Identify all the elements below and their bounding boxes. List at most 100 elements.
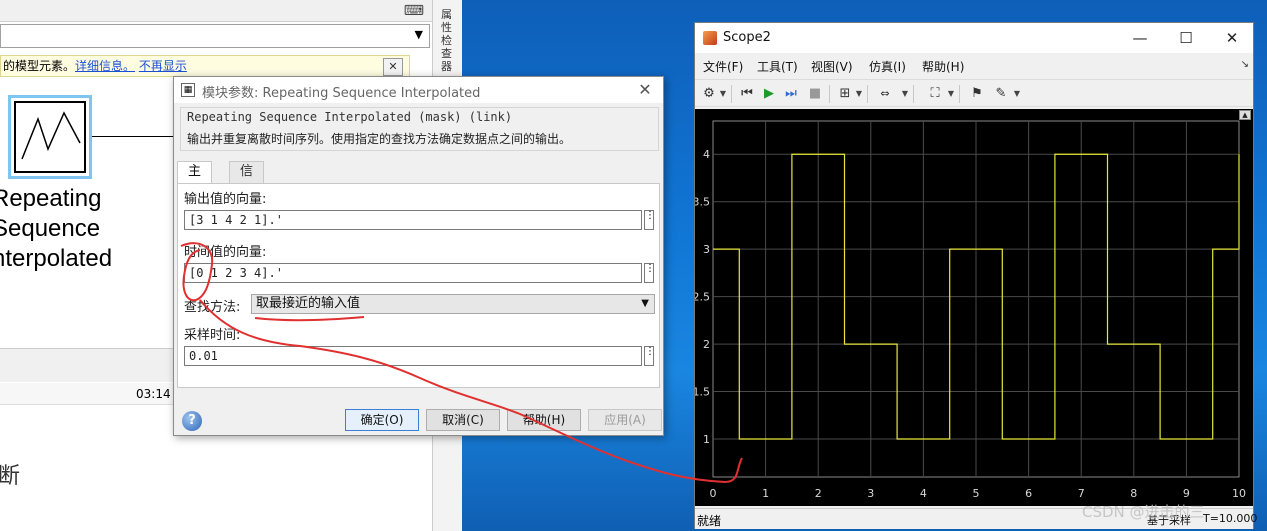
stop-icon[interactable]: ■ xyxy=(805,84,825,104)
zoom-icon[interactable]: ⇔ xyxy=(875,84,895,104)
block-parameters-dialog: ▦ 模块参数: Repeating Sequence Interpolated … xyxy=(173,76,664,436)
menu-file[interactable]: 文件(F) xyxy=(703,58,743,75)
scope-window: Scope2 — ☐ ✕ 文件(F) 工具(T) 视图(V) 仿真(I) 帮助(… xyxy=(693,22,1258,529)
scope-toolbar: ⚙ ▼ ⏮ ▶ ⏭ ■ ⊞ ▼ ⇔ ▼ ⛶ ▼ ⚑ ✎ ▼ xyxy=(695,79,1253,107)
chevron-down-icon[interactable]: ▼ xyxy=(719,84,727,104)
close-icon[interactable]: ✕ xyxy=(383,58,403,76)
y-tick-label: 3 xyxy=(703,243,710,256)
menu-tools[interactable]: 工具(T) xyxy=(757,58,798,75)
chevron-down-icon[interactable]: ▼ xyxy=(947,84,955,104)
info-banner-text: 的模型元素。 xyxy=(3,59,76,73)
status-time: 03:14 xyxy=(136,387,171,401)
close-icon[interactable]: ✕ xyxy=(633,79,657,101)
ok-button[interactable]: 确定(O) xyxy=(345,409,419,431)
measurements-icon[interactable]: ✎ xyxy=(991,84,1011,104)
toolbar-separator xyxy=(731,85,732,103)
more-options-icon[interactable]: ⋮ xyxy=(644,346,655,366)
x-tick-label: 9 xyxy=(1183,487,1190,500)
tab-main[interactable]: 主要 xyxy=(177,161,213,199)
y-tick-label: 2.5 xyxy=(695,291,710,304)
x-tick-label: 7 xyxy=(1078,487,1085,500)
tab-signal-attributes[interactable]: 信号属性 xyxy=(229,161,265,239)
block-icon xyxy=(14,101,86,173)
chevron-down-icon[interactable]: ▼ xyxy=(415,28,423,41)
chevron-down-icon[interactable]: ▼ xyxy=(901,84,909,104)
gear-icon[interactable]: ⚙ xyxy=(699,84,719,104)
help-icon[interactable]: ? xyxy=(182,411,202,431)
x-tick-label: 2 xyxy=(815,487,822,500)
time-values-label: 时间值的向量: xyxy=(184,245,267,260)
more-options-icon[interactable]: ⋮ xyxy=(644,210,655,230)
y-tick-label: 1 xyxy=(703,433,710,446)
status-sim-time: T=10.000 xyxy=(1203,512,1258,525)
autoscale-icon[interactable]: ⛶ xyxy=(925,84,945,104)
minimize-icon[interactable]: — xyxy=(1125,27,1155,49)
x-tick-label: 6 xyxy=(1025,487,1032,500)
lookup-method-label: 查找方法: xyxy=(184,300,241,315)
y-tick-label: 4 xyxy=(703,148,710,161)
output-values-field[interactable]: [3 1 4 2 1].' xyxy=(184,210,642,230)
more-options-icon[interactable]: ⋮ xyxy=(644,263,655,283)
output-values-label: 输出值的向量: xyxy=(184,192,267,207)
menu-view[interactable]: 视图(V) xyxy=(811,58,853,75)
block-label-line: Sequence xyxy=(0,215,101,242)
simulink-block-icon: ▦ xyxy=(181,83,195,97)
details-link[interactable]: 详细信息。 xyxy=(75,59,135,73)
step-forward-icon[interactable]: ⏭ xyxy=(781,84,801,104)
editor-toolbar: ⌨ xyxy=(0,0,432,22)
scope-title: Scope2 xyxy=(723,30,771,45)
toolbar-separator xyxy=(867,85,868,103)
cancel-button[interactable]: 取消(C) xyxy=(426,409,500,431)
scope-menu-bar: 文件(F) 工具(T) 视图(V) 仿真(I) 帮助(H) ↘ xyxy=(695,55,1253,77)
status-ready: 就绪 xyxy=(697,514,722,528)
sample-time-field[interactable]: 0.01 xyxy=(184,346,642,366)
parameters-panel: 输出值的向量: [3 1 4 2 1].' ⋮ 时间值的向量: [0 1 2 3… xyxy=(177,183,660,388)
dont-show-again-link[interactable]: 不再显示 xyxy=(139,59,187,73)
pin-icon[interactable]: ↘ xyxy=(1241,59,1249,70)
matlab-icon xyxy=(703,31,717,45)
block-label-line: nterpolated xyxy=(0,245,113,272)
dialog-title: 模块参数: Repeating Sequence Interpolated xyxy=(202,86,481,101)
keyboard-icon[interactable]: ⌨ xyxy=(404,3,424,19)
expand-icon[interactable]: ▲ xyxy=(1239,110,1251,120)
x-tick-label: 3 xyxy=(867,487,874,500)
mask-description: 输出并重复离散时间序列。使用指定的查找方法确定数据点之间的输出。 xyxy=(187,132,572,146)
scope-title-bar[interactable]: Scope2 — ☐ ✕ xyxy=(695,23,1253,53)
partial-text: 断 xyxy=(0,464,21,489)
watermark-text: CSDN @进击的三 xyxy=(1082,503,1205,521)
toolbar-separator xyxy=(913,85,914,103)
block-label: Repeating Sequence nterpolated xyxy=(0,184,122,274)
repeating-sequence-block[interactable] xyxy=(8,95,92,179)
scope-plot: 0 1 2 3 4 5 6 7 8 9 10 1 1.5 2 2.5 3 3.5 4 xyxy=(693,120,1246,500)
x-tick-label: 4 xyxy=(920,487,927,500)
maximize-icon[interactable]: ☐ xyxy=(1171,27,1201,49)
waveform-icon xyxy=(21,111,81,160)
run-icon[interactable]: ▶ xyxy=(759,84,779,104)
x-tick-label: 8 xyxy=(1130,487,1137,500)
close-icon[interactable]: ✕ xyxy=(1217,27,1247,49)
toolbar-separator xyxy=(959,85,960,103)
help-button[interactable]: 帮助(H) xyxy=(507,409,581,431)
step-back-icon[interactable]: ⏮ xyxy=(737,84,757,104)
menu-simulation[interactable]: 仿真(I) xyxy=(869,58,906,75)
highlight-icon[interactable]: ⊞ xyxy=(835,84,855,104)
chevron-down-icon[interactable]: ▼ xyxy=(1013,84,1021,104)
mask-description-group: Repeating Sequence Interpolated (mask) (… xyxy=(180,107,659,151)
triggers-icon[interactable]: ⚑ xyxy=(967,84,987,104)
lookup-method-value: 取最接近的输入值 xyxy=(256,296,361,311)
chevron-down-icon[interactable]: ▼ xyxy=(855,84,863,104)
x-tick-label: 10 xyxy=(1232,487,1246,500)
y-tick-label: 3.5 xyxy=(695,196,710,209)
model-combo-box[interactable]: ▼ xyxy=(0,24,430,48)
toolbar-separator xyxy=(829,85,830,103)
info-banner: 的模型元素。详细信息。 不再显示 xyxy=(0,55,410,77)
scope-axes[interactable]: 0 1 2 3 4 5 6 7 8 9 10 1 1.5 2 2.5 3 3.5 4 ▲ xyxy=(693,109,1253,506)
chevron-down-icon: ▼ xyxy=(641,298,649,309)
menu-help[interactable]: 帮助(H) xyxy=(922,58,964,75)
signal-line xyxy=(92,136,182,137)
apply-button[interactable]: 应用(A) xyxy=(588,409,662,431)
dialog-title-bar[interactable]: ▦ 模块参数: Repeating Sequence Interpolated … xyxy=(174,77,663,103)
lookup-method-select[interactable]: 取最接近的输入值 ▼ xyxy=(251,294,655,314)
y-tick-label: 1.5 xyxy=(695,386,710,399)
time-values-field[interactable]: [0 1 2 3 4].' xyxy=(184,263,642,283)
